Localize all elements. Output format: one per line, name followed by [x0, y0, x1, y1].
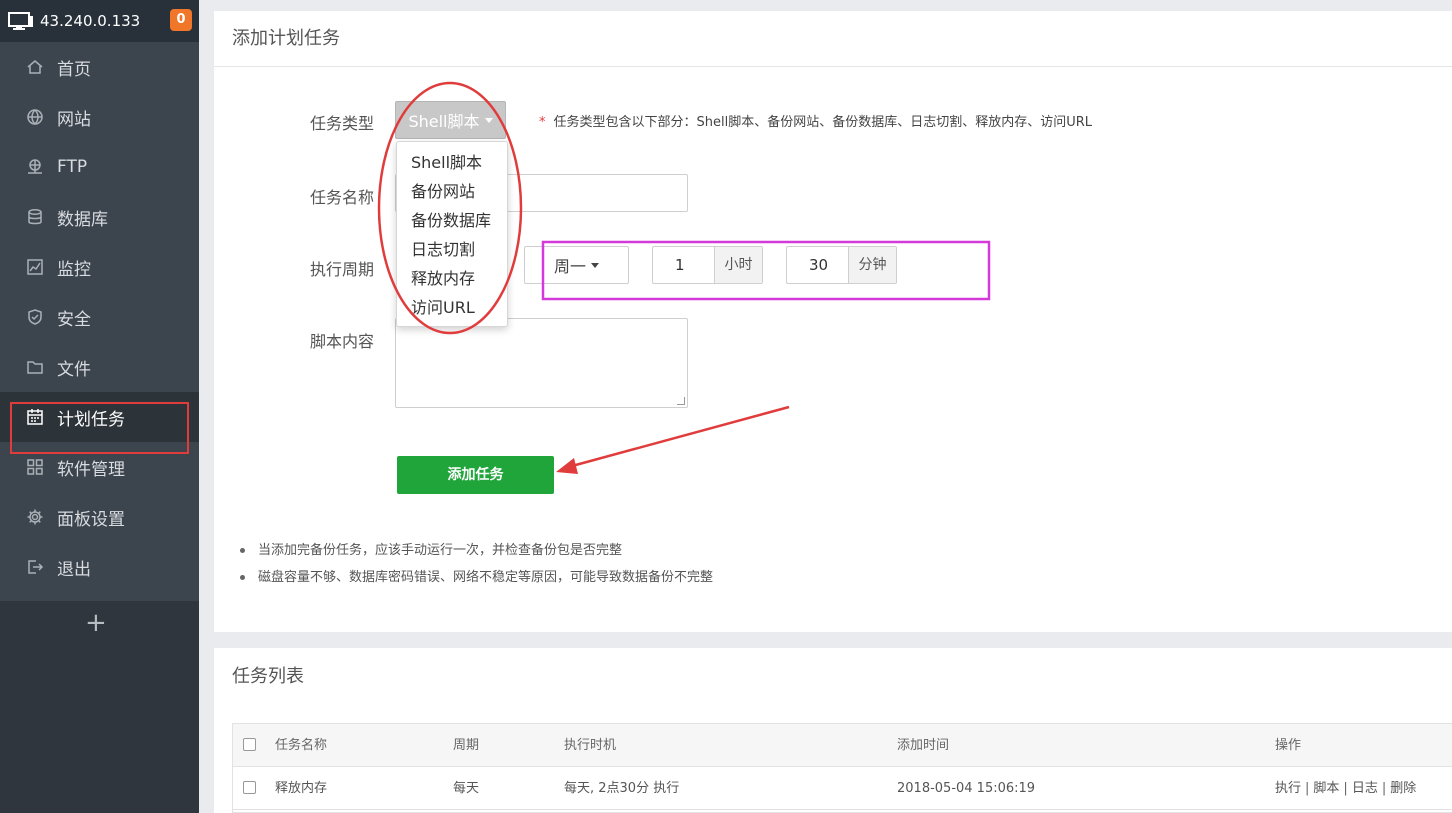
sidebar-item-label: 监控: [57, 259, 91, 280]
ftp-icon: [26, 158, 44, 176]
script-label: 脚本内容: [310, 332, 375, 351]
sidebar-item-label: FTP: [57, 157, 88, 177]
select-all-checkbox[interactable]: [243, 738, 256, 751]
note-item: 当添加完备份任务，应该手动运行一次，并检查备份包是否完整: [240, 540, 713, 567]
hour-input[interactable]: 1 小时: [652, 246, 763, 284]
calendar-icon: [26, 408, 44, 426]
table-row: 释放内存 每天 每天, 2点30分 执行 2018-05-04 15:06:19…: [233, 767, 1452, 810]
script-link[interactable]: 脚本: [1313, 781, 1339, 796]
shield-icon: [26, 308, 44, 326]
database-icon: [26, 208, 44, 226]
cycle-week-value: 周一: [554, 257, 587, 276]
add-task-button[interactable]: 添加任务: [397, 456, 554, 494]
note-item: 磁盘容量不够、数据库密码错误、网络不稳定等原因，可能导致数据备份不完整: [240, 567, 713, 594]
required-star: *: [539, 115, 546, 130]
sidebar-item-logout[interactable]: 退出: [0, 542, 199, 592]
op-separator: |: [1305, 781, 1310, 796]
hour-unit: 小时: [714, 247, 762, 283]
resize-handle[interactable]: [677, 397, 685, 405]
monitor-chart-icon: [26, 258, 44, 276]
task-name-label: 任务名称: [310, 188, 375, 207]
sidebar-item-label: 网站: [57, 109, 91, 130]
sidebar-item-cron[interactable]: 计划任务: [0, 392, 199, 442]
task-list-title: 任务列表: [232, 666, 304, 687]
sidebar-menu: 首页 网站 FTP 数据库 监控 安全 文件 计划任务 软件管理 面板设置 退出: [0, 42, 199, 592]
minute-value: 30: [809, 256, 829, 274]
notification-badge[interactable]: 0: [170, 9, 192, 31]
row-checkbox[interactable]: [243, 781, 256, 794]
table-header: 任务名称 周期 执行时机 添加时间 操作: [233, 724, 1452, 767]
folder-icon: [26, 358, 44, 376]
server-ip: 43.240.0.133: [40, 12, 141, 30]
row-ops: 执行 | 脚本 | 日志 | 删除: [1275, 767, 1416, 810]
cycle-week-select[interactable]: 周一: [524, 246, 629, 284]
task-type-option[interactable]: 日志切割: [397, 235, 507, 264]
col-name: 任务名称: [275, 738, 328, 753]
sidebar-item-database[interactable]: 数据库: [0, 192, 199, 242]
row-cycle: 每天: [453, 781, 480, 796]
col-added: 添加时间: [897, 738, 950, 753]
sidebar: 43.240.0.133 0 首页 网站 FTP 数据库 监控 安全 文件 计划…: [0, 0, 199, 813]
task-type-option[interactable]: Shell脚本: [397, 148, 507, 177]
row-added: 2018-05-04 15:06:19: [897, 781, 1036, 796]
chevron-down-icon: [484, 117, 493, 123]
task-table: 任务名称 周期 执行时机 添加时间 操作 释放内存 每天 每天, 2点30分 执…: [232, 723, 1452, 813]
hour-value: 1: [675, 256, 685, 274]
task-type-option[interactable]: 释放内存: [397, 264, 507, 293]
sidebar-item-software[interactable]: 软件管理: [0, 442, 199, 492]
sidebar-item-label: 计划任务: [57, 409, 125, 430]
script-textarea[interactable]: [395, 318, 688, 408]
task-type-hint: * 任务类型包含以下部分：Shell脚本、备份网站、备份数据库、日志切割、释放内存…: [539, 111, 1092, 130]
logout-icon: [26, 558, 44, 576]
notes-list: 当添加完备份任务，应该手动运行一次，并检查备份包是否完整 磁盘容量不够、数据库密…: [240, 540, 713, 594]
sidebar-item-label: 数据库: [57, 209, 108, 230]
minute-unit: 分钟: [848, 247, 896, 283]
sidebar-item-label: 安全: [57, 309, 91, 330]
sidebar-item-settings[interactable]: 面板设置: [0, 492, 199, 542]
cycle-label: 执行周期: [310, 260, 375, 279]
minute-input[interactable]: 30 分钟: [786, 246, 897, 284]
grid-icon: [26, 458, 44, 476]
sidebar-item-monitor[interactable]: 监控: [0, 242, 199, 292]
server-monitor-icon: [8, 11, 34, 31]
task-type-select[interactable]: Shell脚本: [395, 101, 506, 139]
panel-title: 添加计划任务: [214, 11, 1452, 67]
log-link[interactable]: 日志: [1352, 781, 1378, 796]
sidebar-item-security[interactable]: 安全: [0, 292, 199, 342]
home-icon: [26, 58, 44, 76]
task-type-dropdown: Shell脚本 备份网站 备份数据库 日志切割 释放内存 访问URL: [396, 141, 508, 327]
add-shortcut-button[interactable]: +: [85, 608, 107, 638]
run-link[interactable]: 执行: [1275, 781, 1301, 796]
col-timing: 执行时机: [564, 738, 617, 753]
task-type-option[interactable]: 访问URL: [397, 293, 507, 322]
col-cycle: 周期: [453, 738, 480, 753]
sidebar-item-home[interactable]: 首页: [0, 42, 199, 92]
task-type-label: 任务类型: [310, 114, 375, 133]
sidebar-item-label: 文件: [57, 359, 91, 380]
sidebar-item-label: 面板设置: [57, 509, 125, 530]
sidebar-item-ftp[interactable]: FTP: [0, 142, 199, 192]
task-type-value: Shell脚本: [408, 112, 480, 131]
sidebar-item-label: 软件管理: [57, 459, 125, 480]
op-separator: |: [1343, 781, 1348, 796]
op-separator: |: [1381, 781, 1387, 796]
sidebar-item-files[interactable]: 文件: [0, 342, 199, 392]
task-type-hint-text: 任务类型包含以下部分：Shell脚本、备份网站、备份数据库、日志切割、释放内存、…: [553, 115, 1093, 130]
gear-icon: [26, 508, 44, 526]
sidebar-item-website[interactable]: 网站: [0, 92, 199, 142]
globe-icon: [26, 108, 44, 126]
sidebar-item-label: 退出: [57, 559, 91, 580]
col-ops: 操作: [1275, 738, 1302, 753]
delete-link[interactable]: 删除: [1390, 781, 1416, 796]
row-name: 释放内存: [275, 781, 328, 796]
sidebar-item-label: 首页: [57, 59, 91, 80]
row-timing: 每天, 2点30分 执行: [564, 781, 680, 796]
task-type-option[interactable]: 备份数据库: [397, 206, 507, 235]
server-header: 43.240.0.133 0: [0, 0, 199, 42]
chevron-down-icon: [591, 262, 600, 268]
task-type-option[interactable]: 备份网站: [397, 177, 507, 206]
